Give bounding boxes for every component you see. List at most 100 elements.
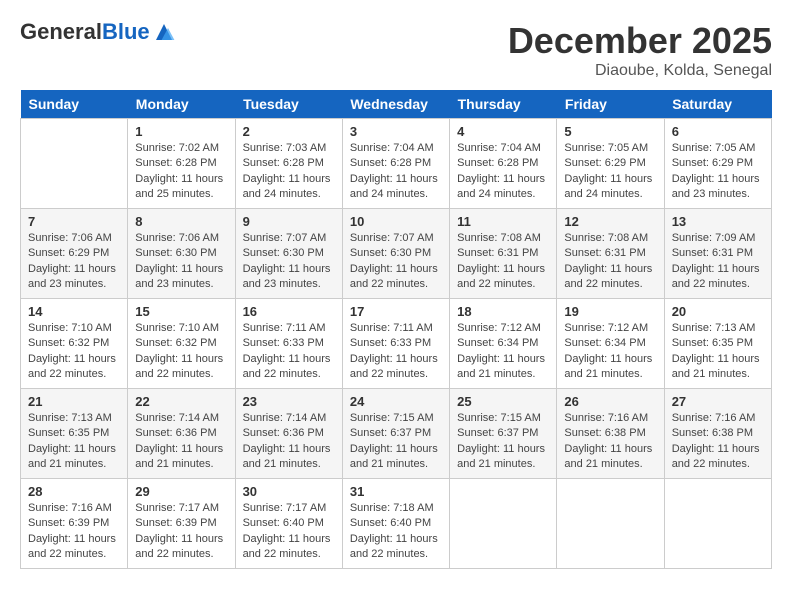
sunrise-text: Sunrise: 7:06 AM [135, 232, 219, 244]
daylight-text: Daylight: 11 hours and 24 minutes. [564, 173, 652, 200]
calendar-cell: 18 Sunrise: 7:12 AMSunset: 6:34 PMDayligh… [450, 299, 557, 389]
day-number: 18 [457, 304, 549, 319]
cell-info: Sunrise: 7:10 AMSunset: 6:32 PMDaylight:… [135, 321, 227, 383]
daylight-text: Daylight: 11 hours and 22 minutes. [350, 353, 438, 380]
calendar-cell: 25Sunrise: 7:15 AMSunset: 6:37 PMDayligh… [450, 389, 557, 479]
sunset-text: Sunset: 6:37 PM [457, 427, 538, 439]
day-number: 12 [564, 214, 656, 229]
logo: GeneralBlue [20, 20, 176, 44]
calendar-week-3: 14Sunrise: 7:10 AMSunset: 6:32 PMDayligh… [21, 299, 772, 389]
sunrise-text: Sunrise: 7:05 AM [672, 142, 756, 154]
cell-info: Sunrise: 7:09 AMSunset: 6:31 PMDaylight:… [672, 231, 764, 293]
sunset-text: Sunset: 6:31 PM [564, 247, 645, 259]
sunrise-text: Sunrise: 7:07 AM [350, 232, 434, 244]
logo-general-text: General [20, 19, 102, 44]
day-number: 10 [350, 214, 442, 229]
daylight-text: Daylight: 11 hours and 24 minutes. [457, 173, 545, 200]
sunset-text: Sunset: 6:35 PM [672, 337, 753, 349]
day-number: 6 [672, 124, 764, 139]
daylight-text: Daylight: 11 hours and 23 minutes. [243, 263, 331, 290]
daylight-text: Daylight: 11 hours and 22 minutes. [28, 533, 116, 560]
calendar-week-4: 21Sunrise: 7:13 AMSunset: 6:35 PMDayligh… [21, 389, 772, 479]
cell-info: Sunrise: 7:14 AMSunset: 6:36 PMDaylight:… [135, 411, 227, 473]
daylight-text: Daylight: 11 hours and 22 minutes. [564, 263, 652, 290]
daylight-text: Daylight: 11 hours and 21 minutes. [564, 353, 652, 380]
sunrise-text: Sunrise: 7:18 AM [350, 502, 434, 514]
calendar-cell: 28Sunrise: 7:16 AMSunset: 6:39 PMDayligh… [21, 479, 128, 569]
calendar-week-2: 7Sunrise: 7:06 AMSunset: 6:29 PMDaylight… [21, 209, 772, 299]
sunset-text: Sunset: 6:28 PM [350, 157, 431, 169]
cell-info: Sunrise: 7:15 AMSunset: 6:37 PMDaylight:… [350, 411, 442, 473]
cell-info: Sunrise: 7:07 AM Sunset: 6:30 PM Daylight:… [350, 231, 442, 293]
sunrise-text: Sunrise: 7:10 AM [28, 322, 112, 334]
sunset-text: Sunset: 6:29 PM [564, 157, 645, 169]
day-header-saturday: Saturday [664, 90, 771, 119]
cell-info: Sunrise: 7:12 AM Sunset: 6:34 PM Daylight:… [564, 321, 656, 383]
sunset-text: Sunset: 6:40 PM [350, 517, 431, 529]
daylight-text: Daylight: 11 hours and 21 minutes. [243, 443, 331, 470]
calendar-cell: 19Sunrise: 7:12 AMSunset: 6:34 PMDayligh… [557, 299, 664, 389]
calendar-cell [21, 119, 128, 209]
day-number: 20 [672, 304, 764, 319]
daylight-text: Daylight: 11 hours and 21 minutes. [457, 353, 545, 380]
sunrise-text: Sunrise: 7:12 AM [564, 322, 648, 334]
day-number: 11 [457, 214, 549, 229]
daylight-text: Daylight: 11 hours and 22 minutes. [672, 443, 760, 470]
cell-info: Sunrise: 7:16 AMSunset: 6:38 PMDaylight:… [672, 411, 764, 473]
sunset-text: Sunset: 6:28 PM [135, 157, 216, 169]
sunrise-text: Sunrise: 7:14 AM [243, 412, 327, 424]
sunset-text: Sunset: 6:37 PM [350, 427, 431, 439]
calendar-cell: 8Sunrise: 7:06 AMSunset: 6:30 PMDaylight… [128, 209, 235, 299]
sunset-text: Sunset: 6:40 PM [243, 517, 324, 529]
cell-info: Sunrise: 7:17 AMSunset: 6:39 PMDaylight:… [135, 501, 227, 563]
sunset-text: Sunset: 6:32 PM [28, 337, 109, 349]
daylight-text: Daylight: 11 hours and 22 minutes. [243, 353, 331, 380]
sunset-text: Sunset: 6:38 PM [564, 427, 645, 439]
cell-info: Sunrise: 7:05 AMSunset: 6:29 PMDaylight:… [564, 141, 656, 203]
daylight-text: Daylight: 11 hours and 22 minutes. [672, 263, 760, 290]
calendar-cell: 26Sunrise: 7:16 AMSunset: 6:38 PMDayligh… [557, 389, 664, 479]
sunset-text: Sunset: 6:29 PM [672, 157, 753, 169]
sunrise-text: Sunrise: 7:16 AM [28, 502, 112, 514]
daylight-text: Daylight: 11 hours and 22 minutes. [243, 533, 331, 560]
daylight-text: Daylight: 11 hours and 22 minutes. [457, 263, 545, 290]
sunrise-text: Sunrise: 7:04 AM [457, 142, 541, 154]
calendar-cell: 4Sunrise: 7:04 AMSunset: 6:28 PMDaylight… [450, 119, 557, 209]
daylight-text: Daylight: 11 hours and 24 minutes. [350, 173, 438, 200]
day-number: 5 [564, 124, 656, 139]
day-number: 13 [672, 214, 764, 229]
cell-info: Sunrise: 7:12 AMSunset: 6:34 PMDaylight:… [457, 321, 549, 383]
sunset-text: Sunset: 6:30 PM [243, 247, 324, 259]
cell-info: Sunrise: 7:16 AMSunset: 6:39 PMDaylight:… [28, 501, 120, 563]
sunset-text: Sunset: 6:30 PM [350, 247, 431, 259]
sunrise-text: Sunrise: 7:03 AM [243, 142, 327, 154]
sunset-text: Sunset: 6:28 PM [457, 157, 538, 169]
cell-info: Sunrise: 7:17 AMSunset: 6:40 PMDaylight:… [243, 501, 335, 563]
daylight-text: Daylight: 11 hours and 25 minutes. [135, 173, 223, 200]
day-number: 26 [564, 394, 656, 409]
calendar-week-1: 1 Sunrise: 7:02 AM Sunset: 6:28 PM Daylight… [21, 119, 772, 209]
daylight-text: Daylight: 11 hours and 21 minutes. [457, 443, 545, 470]
sunset-text: Sunset: 6:34 PM [564, 337, 645, 349]
day-number: 25 [457, 394, 549, 409]
calendar-cell: 10 Sunrise: 7:07 AM Sunset: 6:30 PM Dayligh… [342, 209, 449, 299]
sunrise-text: Sunrise: 7:02 AM [135, 142, 219, 154]
day-number: 21 [28, 394, 120, 409]
day-number: 1 [135, 124, 227, 139]
day-number: 9 [243, 214, 335, 229]
cell-info: Sunrise: 7:14 AMSunset: 6:36 PMDaylight:… [243, 411, 335, 473]
cell-info: Sunrise: 7:13 AMSunset: 6:35 PMDaylight:… [672, 321, 764, 383]
sunset-text: Sunset: 6:33 PM [243, 337, 324, 349]
sunset-text: Sunset: 6:31 PM [672, 247, 753, 259]
daylight-text: Daylight: 11 hours and 22 minutes. [350, 263, 438, 290]
day-number: 7 [28, 214, 120, 229]
sunrise-text: Sunrise: 7:13 AM [672, 322, 756, 334]
daylight-text: Daylight: 11 hours and 22 minutes. [350, 533, 438, 560]
calendar-cell: 22Sunrise: 7:14 AMSunset: 6:36 PMDayligh… [128, 389, 235, 479]
day-header-tuesday: Tuesday [235, 90, 342, 119]
calendar-cell: 13 Sunrise: 7:09 AMSunset: 6:31 PMDayligh… [664, 209, 771, 299]
day-header-friday: Friday [557, 90, 664, 119]
cell-info: Sunrise: 7:05 AMSunset: 6:29 PMDaylight:… [672, 141, 764, 203]
sunset-text: Sunset: 6:36 PM [135, 427, 216, 439]
sunrise-text: Sunrise: 7:16 AM [564, 412, 648, 424]
